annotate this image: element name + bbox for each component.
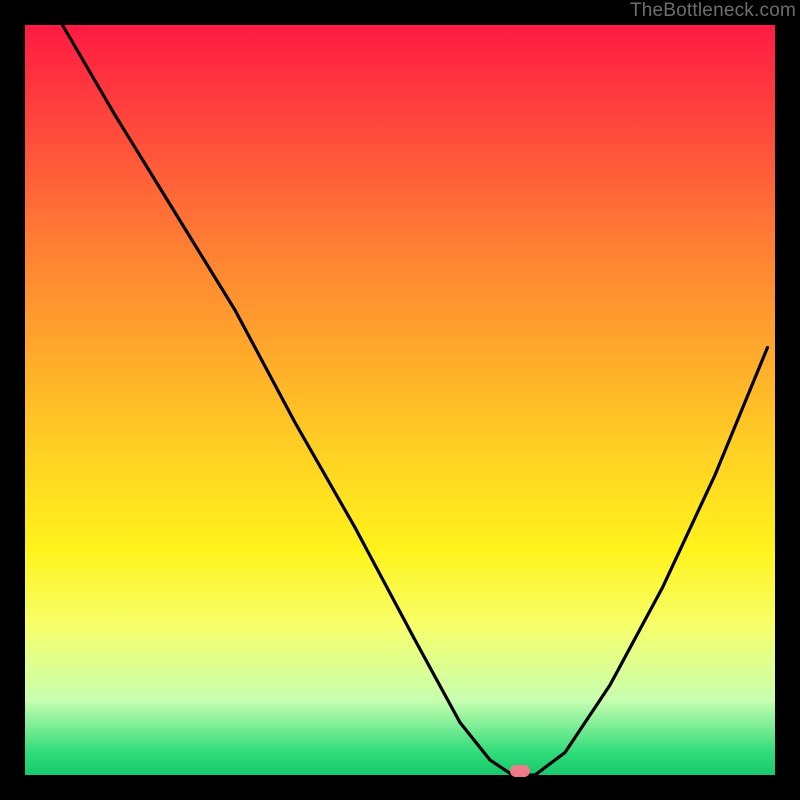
watermark-text: TheBottleneck.com [630,0,796,22]
curve-path [63,25,768,775]
bottleneck-curve [25,25,775,775]
optimum-marker [510,765,530,777]
chart-frame: TheBottleneck.com [0,0,800,800]
plot-area [25,25,775,775]
